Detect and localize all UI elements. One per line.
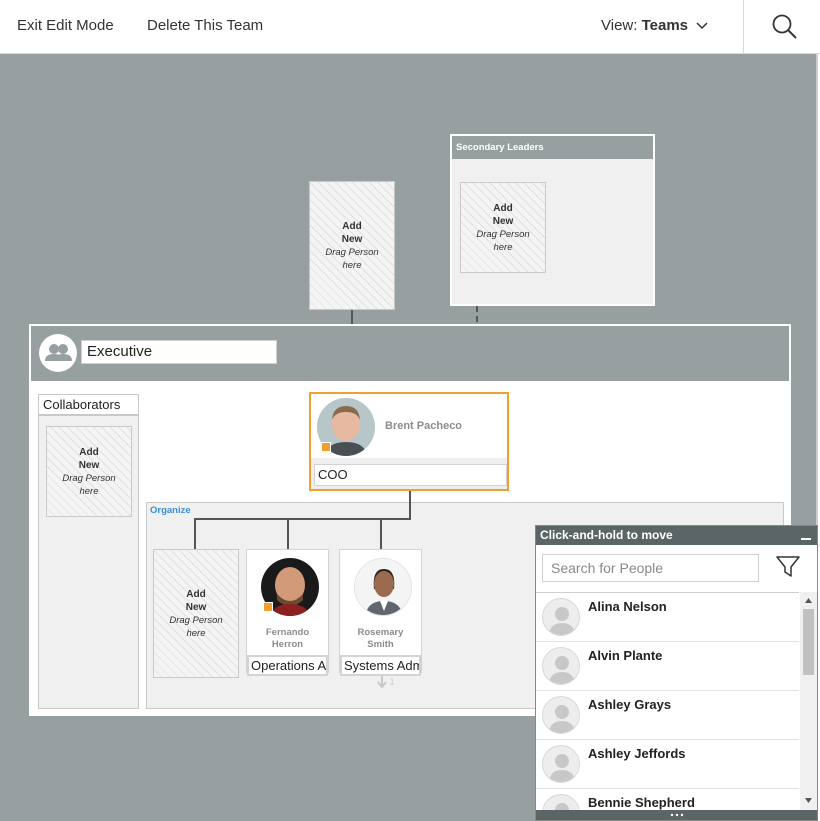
list-item[interactable]: Alvin Plante bbox=[536, 642, 799, 691]
member-card[interactable]: Rosemary Smith Systems Administrator bbox=[339, 549, 422, 676]
placeholder-drag: Drag Person bbox=[476, 228, 530, 240]
default-avatar-icon bbox=[549, 754, 575, 782]
member-role-field[interactable]: Systems Administrator bbox=[340, 655, 421, 676]
placeholder-drag: Drag Person bbox=[169, 614, 223, 626]
panel-drag-handle[interactable]: Click-and-hold to move bbox=[536, 526, 817, 545]
placeholder-new: New bbox=[78, 459, 100, 471]
placeholder-add: Add bbox=[493, 202, 513, 214]
view-value: Teams bbox=[641, 17, 689, 34]
collaborators-title: Collaborators bbox=[39, 395, 138, 416]
delete-team-button[interactable]: Delete This Team bbox=[147, 17, 263, 34]
team-header: Executive bbox=[31, 326, 789, 381]
default-avatar-icon bbox=[549, 656, 575, 684]
person-name: Alvin Plante bbox=[588, 648, 663, 663]
leader-name: Brent Pacheco bbox=[385, 420, 463, 432]
status-indicator bbox=[321, 442, 331, 452]
avatar bbox=[542, 794, 580, 810]
people-panel[interactable]: Click-and-hold to move Alina Nelson Alvi… bbox=[535, 525, 818, 821]
placeholder-add: Add bbox=[79, 446, 99, 458]
add-member-drop-zone[interactable]: Add New Drag Person here bbox=[153, 549, 239, 678]
leader-role-field[interactable]: COO bbox=[314, 464, 507, 486]
members-connector bbox=[409, 491, 411, 520]
list-item[interactable]: Ashley Grays bbox=[536, 691, 799, 740]
people-icon bbox=[45, 344, 72, 361]
placeholder-new: New bbox=[341, 233, 363, 245]
top-toolbar: Exit Edit Mode Delete This Team View: Te… bbox=[0, 0, 820, 54]
member-drop-connector bbox=[194, 518, 196, 549]
collaborators-box: Collaborators Add New Drag Person here bbox=[38, 394, 139, 709]
members-bus bbox=[194, 518, 411, 520]
people-list[interactable]: Alina Nelson Alvin Plante Ashley Grays A… bbox=[536, 592, 799, 810]
placeholder-add: Add bbox=[186, 588, 206, 600]
avatar bbox=[542, 745, 580, 783]
scrollbar-thumb[interactable] bbox=[803, 609, 814, 675]
reports-indicator[interactable]: 1 bbox=[377, 676, 395, 689]
leader-card[interactable]: Brent Pacheco COO bbox=[309, 392, 509, 491]
secondary-leaders-title: Secondary Leaders bbox=[452, 136, 653, 159]
member-card[interactable]: Fernando Herron Operations Assistant bbox=[246, 549, 329, 676]
placeholder-here: here bbox=[493, 241, 513, 253]
scroll-down-icon[interactable] bbox=[800, 795, 817, 807]
placeholder-add: Add bbox=[342, 220, 362, 232]
organize-title: Organize bbox=[150, 505, 191, 516]
add-secondary-leader-drop-zone[interactable]: Add New Drag Person here bbox=[460, 182, 546, 273]
add-collaborator-drop-zone[interactable]: Add New Drag Person here bbox=[46, 426, 132, 517]
secondary-leaders-box: Secondary Leaders Add New Drag Person he… bbox=[450, 134, 655, 306]
avatar bbox=[354, 558, 412, 616]
placeholder-new: New bbox=[185, 601, 207, 613]
view-selector[interactable]: View: Teams bbox=[601, 17, 708, 34]
panel-header-label: Click-and-hold to move bbox=[540, 528, 673, 542]
filter-icon bbox=[776, 556, 800, 577]
placeholder-here: here bbox=[342, 259, 362, 271]
person-name: Alina Nelson bbox=[588, 599, 667, 614]
grip-dots-icon bbox=[670, 813, 684, 817]
search-icon bbox=[772, 14, 797, 39]
search-button[interactable] bbox=[743, 0, 820, 54]
chevron-down-icon bbox=[696, 22, 708, 30]
placeholder-new: New bbox=[492, 215, 514, 227]
placeholder-here: here bbox=[79, 485, 99, 497]
member-name-last: Smith bbox=[367, 639, 394, 650]
placeholder-drag: Drag Person bbox=[325, 246, 379, 258]
default-avatar-icon bbox=[549, 607, 575, 635]
reports-count: 1 bbox=[389, 676, 395, 687]
exit-edit-mode-button[interactable]: Exit Edit Mode bbox=[17, 17, 114, 34]
member-name-last: Herron bbox=[271, 639, 304, 650]
status-indicator bbox=[263, 602, 273, 612]
avatar bbox=[542, 647, 580, 685]
people-search-input[interactable] bbox=[542, 554, 759, 582]
leader-role-area: COO bbox=[311, 458, 507, 489]
team-name-field[interactable]: Executive bbox=[81, 340, 277, 364]
default-avatar-icon bbox=[555, 803, 569, 810]
avatar bbox=[542, 696, 580, 734]
default-avatar-icon bbox=[549, 705, 575, 733]
team-icon bbox=[39, 334, 77, 372]
minimize-icon[interactable] bbox=[801, 538, 811, 540]
view-label: View: bbox=[601, 17, 638, 34]
panel-resize-handle[interactable] bbox=[536, 810, 817, 820]
person-name: Bennie Shepherd bbox=[588, 795, 695, 810]
add-leader-drop-zone[interactable]: Add New Drag Person here bbox=[309, 181, 395, 310]
person-photo-icon bbox=[355, 559, 411, 615]
member-name-first: Fernando bbox=[265, 627, 310, 638]
list-item[interactable]: Ashley Jeffords bbox=[536, 740, 799, 789]
list-item[interactable]: Bennie Shepherd bbox=[536, 789, 799, 810]
arrow-down-icon bbox=[377, 676, 387, 689]
person-name: Ashley Jeffords bbox=[588, 746, 686, 761]
list-item[interactable]: Alina Nelson bbox=[536, 593, 799, 642]
member-connector bbox=[380, 518, 382, 549]
placeholder-drag: Drag Person bbox=[62, 472, 116, 484]
person-name: Ashley Grays bbox=[588, 697, 672, 712]
member-name-first: Rosemary bbox=[357, 627, 404, 638]
member-connector bbox=[287, 518, 289, 549]
scrollbar[interactable] bbox=[800, 592, 817, 810]
avatar bbox=[542, 598, 580, 636]
placeholder-here: here bbox=[186, 627, 206, 639]
filter-button[interactable] bbox=[774, 552, 802, 582]
member-role-field[interactable]: Operations Assistant bbox=[247, 655, 328, 676]
scroll-up-icon[interactable] bbox=[800, 594, 817, 606]
